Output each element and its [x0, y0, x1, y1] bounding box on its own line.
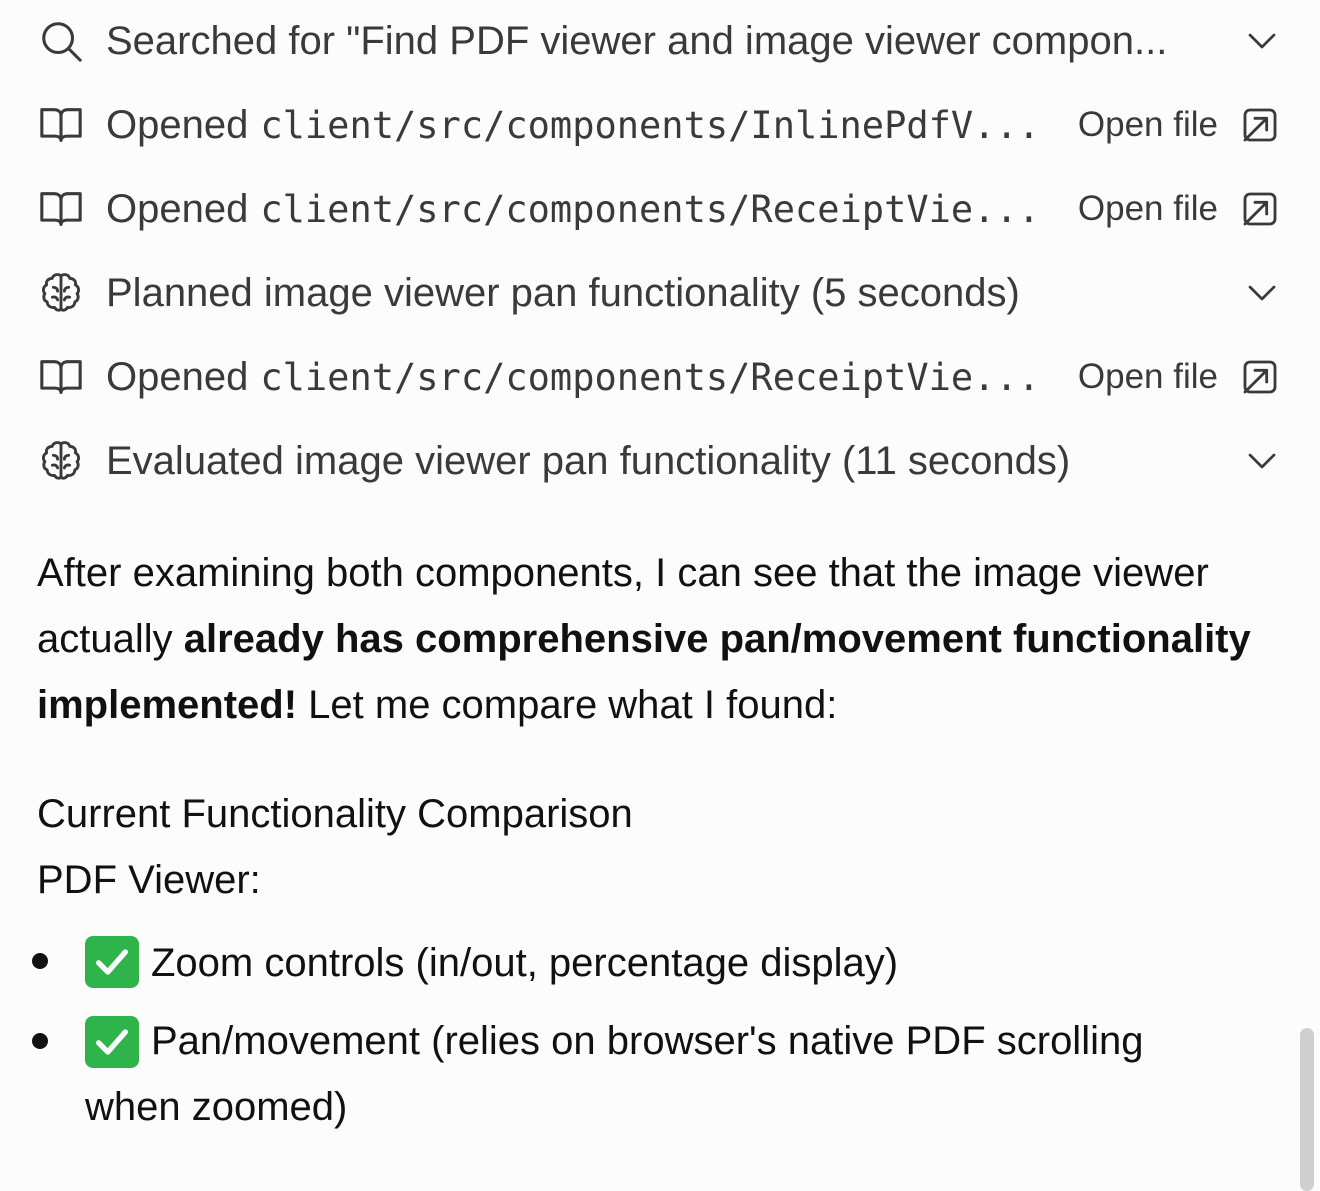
list-item-text: Zoom controls (in/out, percentage displa… [151, 941, 899, 985]
book-icon [38, 101, 86, 149]
section-heading: Current Functionality Comparison [37, 792, 633, 836]
open-external-icon[interactable] [1240, 105, 1280, 145]
section-subheading: PDF Viewer: [37, 858, 261, 902]
file-path: client/src/components/ReceiptVie... [260, 355, 1040, 399]
chevron-down-icon[interactable] [1244, 443, 1280, 479]
file-path: client/src/components/ReceiptVie... [260, 187, 1040, 231]
activity-row-evaluated[interactable]: Evaluated image viewer pan functionality… [38, 431, 1280, 491]
open-file-link[interactable]: Open file [1078, 105, 1218, 145]
search-icon [38, 17, 86, 65]
activity-row-planned[interactable]: Planned image viewer pan functionality (… [38, 263, 1280, 323]
activity-text: Opened client/src/components/ReceiptVie..… [106, 187, 1058, 232]
activity-text: Opened client/src/components/ReceiptVie..… [106, 355, 1058, 400]
file-path: client/src/components/InlinePdfV... [260, 103, 1040, 147]
activity-text: Searched for "Find PDF viewer and image … [106, 19, 1224, 64]
activity-text: Planned image viewer pan functionality (… [106, 271, 1224, 316]
brain-icon [38, 269, 86, 317]
chevron-down-icon[interactable] [1244, 23, 1280, 59]
activity-label: Searched for "Find PDF viewer and image … [106, 18, 1168, 63]
activity-label: Planned image viewer pan functionality (… [106, 270, 1020, 315]
activity-verb: Opened [106, 354, 249, 399]
open-external-icon[interactable] [1240, 189, 1280, 229]
open-file-link[interactable]: Open file [1078, 189, 1218, 229]
activity-text: Evaluated image viewer pan functionality… [106, 439, 1224, 484]
activity-verb: Opened [106, 186, 249, 231]
activity-row-opened-file[interactable]: Opened client/src/components/InlinePdfV..… [38, 95, 1280, 155]
chevron-down-icon[interactable] [1244, 275, 1280, 311]
scrollbar-thumb[interactable] [1300, 1028, 1314, 1191]
open-external-icon[interactable] [1240, 357, 1280, 397]
bullet-dot [32, 1033, 48, 1049]
activity-verb: Opened [106, 102, 249, 147]
list-item-text: Pan/movement (relies on browser's native… [85, 1019, 1144, 1129]
bullet-dot [32, 953, 48, 969]
assistant-message: After examining both components, I can s… [37, 540, 1297, 738]
book-icon [38, 353, 86, 401]
activity-label: Evaluated image viewer pan functionality… [106, 438, 1071, 483]
activity-row-opened-file[interactable]: Opened client/src/components/ReceiptVie..… [38, 179, 1280, 239]
activity-row-opened-file[interactable]: Opened client/src/components/ReceiptVie..… [38, 347, 1280, 407]
message-outro: Let me compare what I found: [297, 683, 838, 727]
open-file-link[interactable]: Open file [1078, 357, 1218, 397]
book-icon [38, 185, 86, 233]
activity-text: Opened client/src/components/InlinePdfV..… [106, 103, 1058, 148]
message-paragraph: After examining both components, I can s… [37, 540, 1297, 738]
brain-icon [38, 437, 86, 485]
activity-row-search[interactable]: Searched for "Find PDF viewer and image … [38, 11, 1280, 71]
